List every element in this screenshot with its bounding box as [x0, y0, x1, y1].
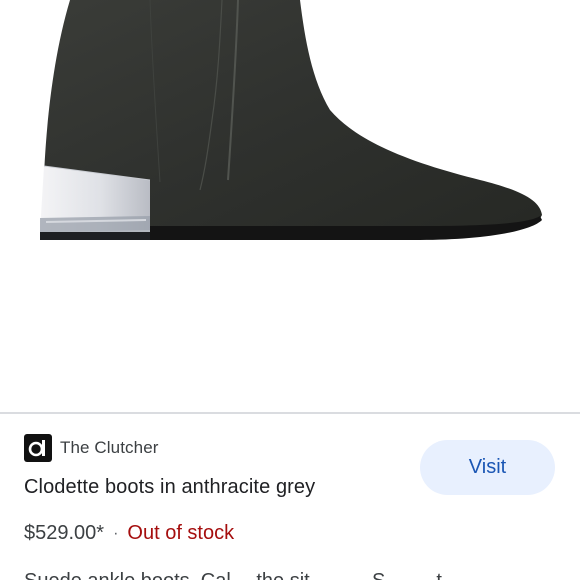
- product-image[interactable]: [0, 0, 580, 412]
- visit-button[interactable]: Visit: [420, 440, 555, 495]
- price: $529.00*: [24, 522, 105, 544]
- shopping-result-screen: The Clutcher Clodette boots in anthracit…: [0, 0, 580, 580]
- product-title[interactable]: Clodette boots in anthracite grey: [24, 476, 315, 499]
- price-row: $529.00* · Out of stock: [24, 522, 234, 545]
- product-info-panel: The Clutcher Clodette boots in anthracit…: [0, 414, 580, 580]
- boot-illustration: [40, 0, 542, 240]
- price-separator: ·: [113, 524, 119, 542]
- clutcher-logo-icon: [24, 434, 52, 462]
- product-description: Suede ankle boots. Cal… the sit… ….. S… …: [24, 570, 442, 580]
- seller-name: The Clutcher: [60, 438, 159, 457]
- seller-row[interactable]: The Clutcher: [24, 434, 159, 462]
- stock-status: Out of stock: [127, 522, 235, 544]
